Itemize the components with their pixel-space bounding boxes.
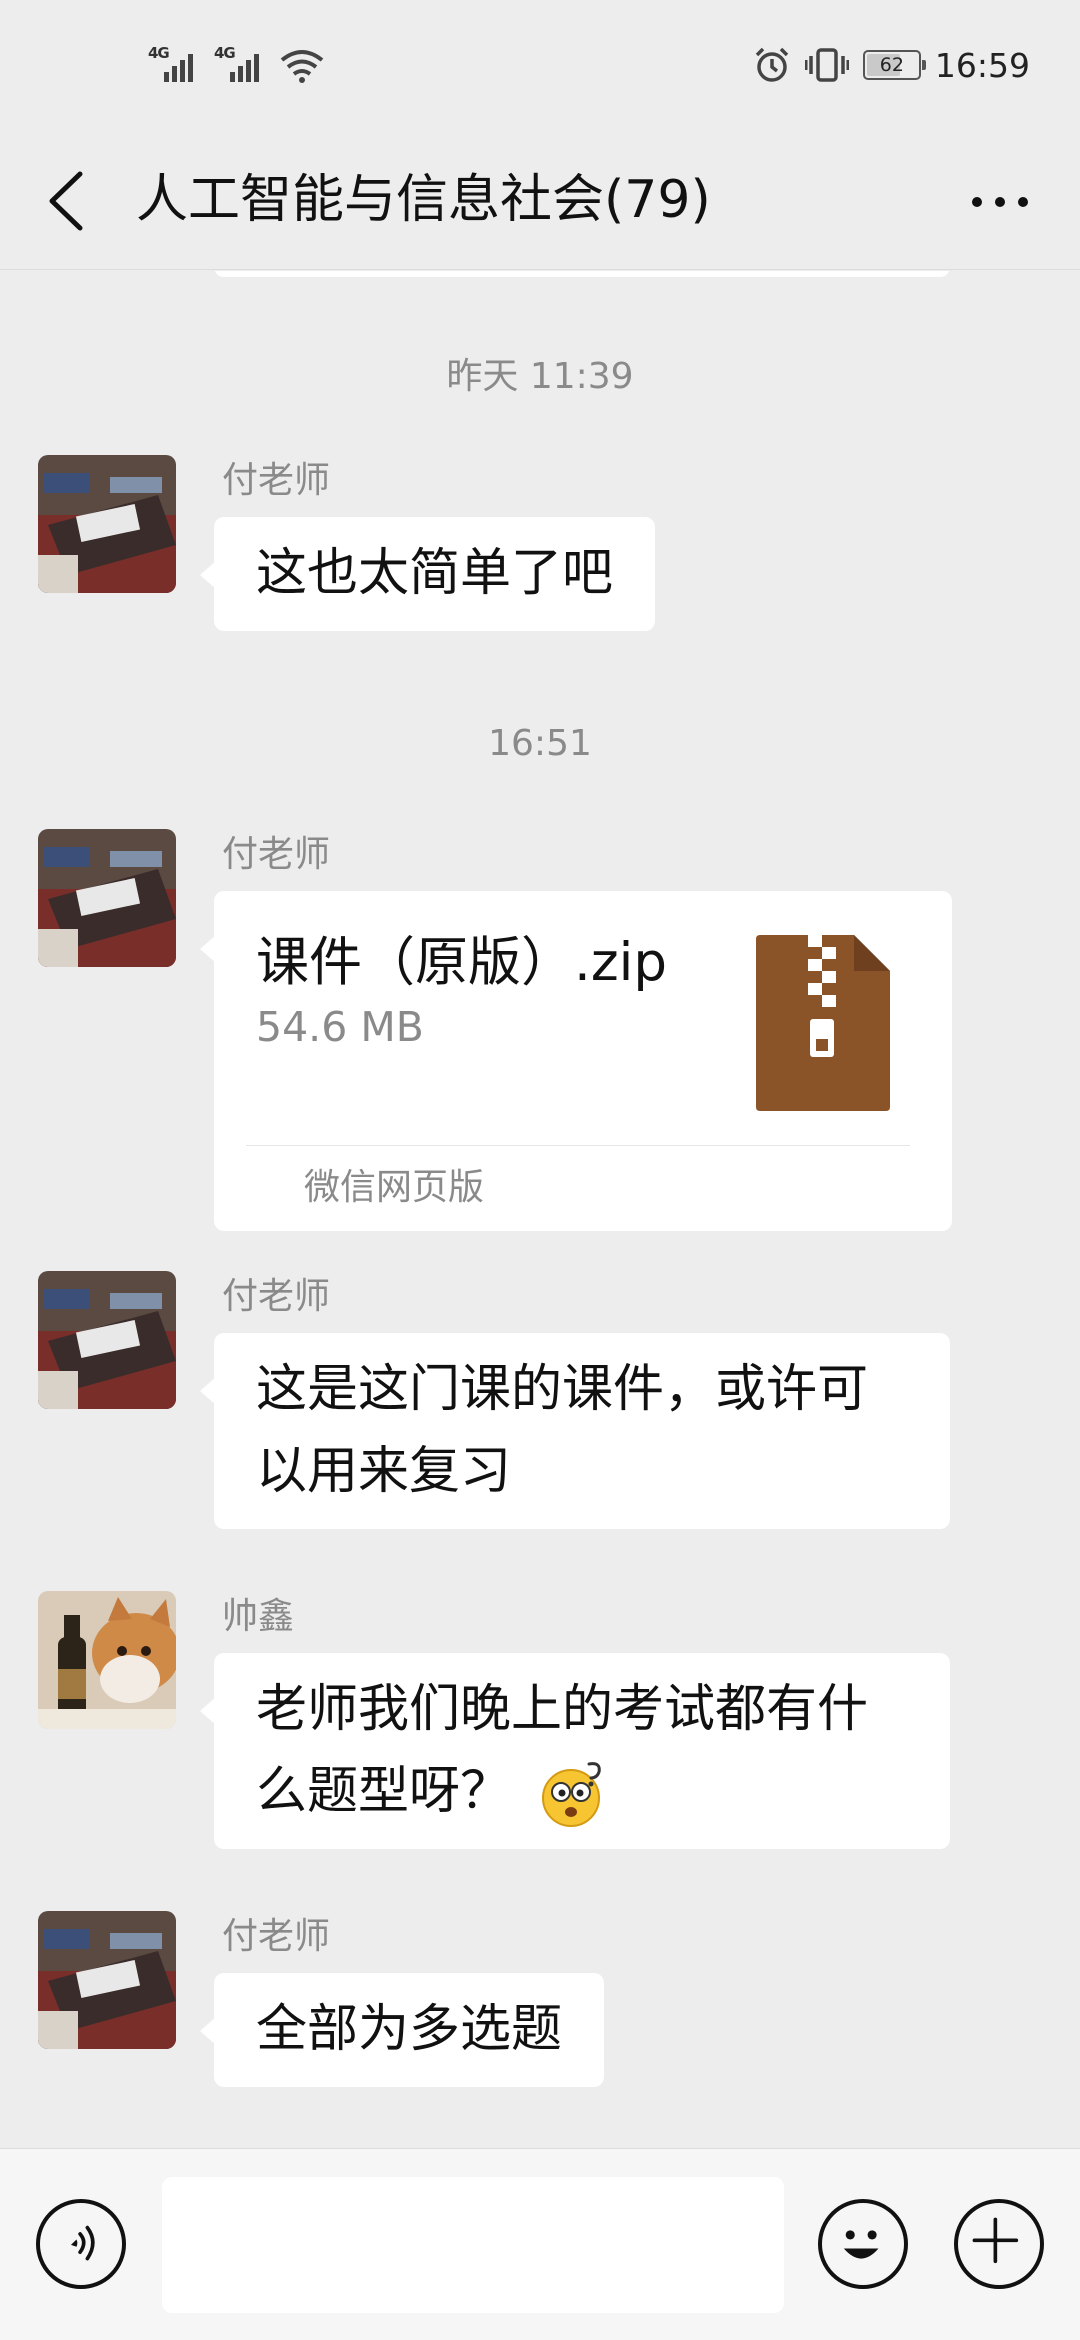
battery-icon: 62 (862, 50, 926, 80)
divider (246, 1145, 910, 1146)
sender-name: 付老师 (222, 834, 331, 875)
avatar[interactable] (38, 1911, 176, 2049)
file-size: 54.6 MB (256, 1003, 424, 1051)
message-bubble[interactable]: 这是这门课的课件，或许可 以用来复习 (200, 1333, 950, 1529)
battery-level: 62 (879, 54, 904, 76)
wifi-icon (280, 50, 324, 83)
signal-bars-icon (164, 54, 193, 82)
voice-icon[interactable] (36, 2199, 126, 2289)
sender-name: 付老师 (222, 460, 331, 501)
avatar[interactable] (38, 455, 176, 593)
file-name: 课件（原版）.zip (256, 932, 668, 993)
alarm-icon (755, 47, 789, 82)
timestamp-separator: 昨天 11:39 (446, 356, 634, 397)
avatar[interactable] (38, 1591, 176, 1729)
file-source-label: 微信网页版 (304, 1167, 485, 1208)
message-text: 这也太简单了吧 (256, 544, 614, 603)
sender-name: 付老师 (222, 1276, 331, 1317)
message-list[interactable]: 昨天 11:39 付老师 这也太简单了吧 16:51 付老师 课件（原版）.zi… (0, 271, 1080, 2147)
surprised-emoji-icon (542, 1762, 602, 1827)
message-text: 全部为多选题 (256, 2000, 563, 2059)
chat-header: 人工智能与信息社会(79) (0, 130, 1080, 270)
status-time: 16:59 (934, 45, 1030, 85)
avatar[interactable] (38, 1271, 176, 1409)
zip-file-icon (756, 935, 890, 1111)
sender-name: 付老师 (222, 1916, 331, 1957)
vibrate-icon (804, 48, 849, 82)
message-text: 么题型呀？ (256, 1762, 512, 1821)
message-text-line: 老师我们晚上的考试都有什 (256, 1680, 869, 1739)
message-text-line: 这是这门课的课件，或许可 (256, 1360, 869, 1419)
signal-bars-icon (230, 54, 259, 82)
emoji-smile-icon[interactable] (818, 2199, 908, 2289)
cellular-signal-2: 4G (214, 44, 266, 84)
message-bubble[interactable]: 这也太简单了吧 (199, 517, 656, 631)
status-right: 62 16:59 (753, 40, 1030, 90)
sender-name: 帅鑫 (222, 1596, 295, 1637)
input-bar (0, 2148, 1080, 2340)
chat-screen: 4G 4G 62 16:59 人工智能与信息社会(79) 昨天 11:39 付老… (0, 0, 1080, 2340)
plus-circle-icon[interactable] (954, 2199, 1044, 2289)
previous-message-bubble (214, 271, 950, 277)
timestamp-separator: 16:51 (488, 723, 592, 764)
status-bar: 4G 4G 62 16:59 (0, 0, 1080, 130)
message-bubble[interactable]: 全部为多选题 (199, 1973, 605, 2087)
more-dots-icon[interactable] (960, 172, 1040, 232)
cellular-signal-1: 4G (148, 44, 200, 84)
message-text-line: 以用来复习 (256, 1442, 512, 1501)
chevron-left-icon[interactable] (34, 166, 104, 236)
file-message-card[interactable]: 课件（原版）.zip 54.6 MB 微信网页版 (200, 891, 952, 1231)
message-text-line: 么题型呀？ (256, 1751, 908, 1833)
signal-group: 4G 4G (148, 44, 324, 84)
avatar[interactable] (38, 829, 176, 967)
message-bubble[interactable]: 老师我们晚上的考试都有什 么题型呀？ (200, 1653, 950, 1849)
chat-title: 人工智能与信息社会(79) (136, 170, 711, 230)
message-input[interactable] (162, 2177, 784, 2313)
